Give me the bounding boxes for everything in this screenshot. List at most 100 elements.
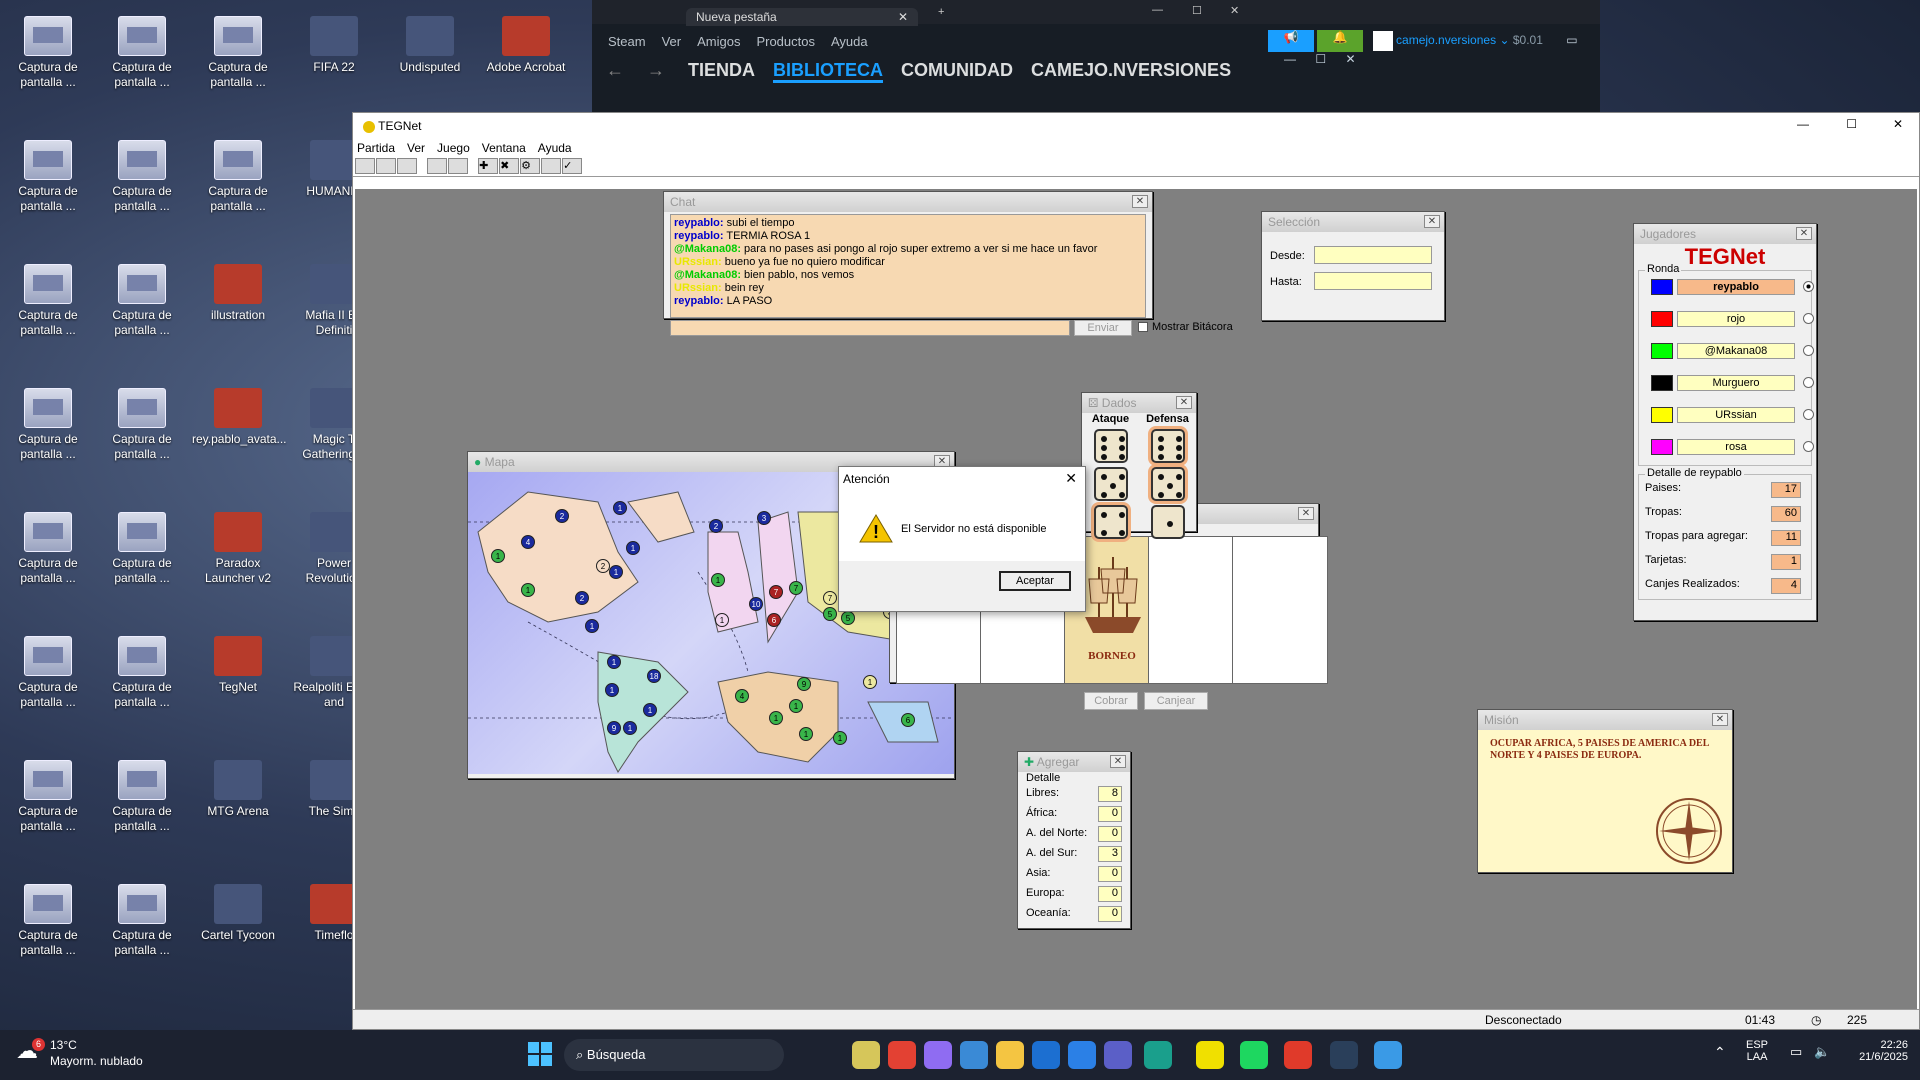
troop-marker[interactable]: 7 xyxy=(789,581,803,595)
desktop-icon[interactable]: Captura de pantalla ... xyxy=(2,384,94,462)
chrome-icon[interactable] xyxy=(888,1041,916,1069)
troop-marker[interactable]: 1 xyxy=(605,683,619,697)
show-log-checkbox[interactable] xyxy=(1138,322,1148,332)
troop-marker[interactable]: 1 xyxy=(491,549,505,563)
troop-marker[interactable]: 4 xyxy=(521,535,535,549)
chevron-up-icon[interactable]: ⌃ xyxy=(1714,1044,1726,1061)
desktop-icon[interactable]: Cartel Tycoon xyxy=(192,880,284,943)
maximize-icon[interactable]: ☐ xyxy=(1192,4,1202,17)
search-box[interactable]: ⌕ Búsqueda xyxy=(564,1039,784,1071)
chat-input[interactable] xyxy=(670,320,1070,336)
forward-arrow-icon[interactable]: → xyxy=(647,60,665,80)
new-tab-icon[interactable]: + xyxy=(938,6,944,18)
troop-marker[interactable]: 1 xyxy=(789,699,803,713)
troop-marker[interactable]: 4 xyxy=(735,689,749,703)
network-icon[interactable]: ▭ xyxy=(1790,1044,1802,1060)
canjear-button[interactable]: Canjear xyxy=(1144,692,1208,710)
troop-marker[interactable]: 1 xyxy=(521,583,535,597)
menu-ayuda[interactable]: Ayuda xyxy=(538,141,572,155)
teams-icon[interactable] xyxy=(1104,1041,1132,1069)
steam-icon[interactable] xyxy=(1330,1041,1358,1069)
troop-marker[interactable]: 10 xyxy=(749,597,763,611)
troop-marker[interactable]: 9 xyxy=(797,677,811,691)
close-icon[interactable]: ✕ xyxy=(1893,117,1903,131)
desktop-icon[interactable]: Captura de pantalla ... xyxy=(96,508,188,586)
outlook-icon[interactable] xyxy=(1032,1041,1060,1069)
desktop-icon[interactable]: FIFA 22 xyxy=(288,12,380,75)
troop-marker[interactable]: 1 xyxy=(607,655,621,669)
desktop-icon[interactable]: Captura de pantalla ... xyxy=(96,756,188,834)
steam-nav-comunidad[interactable]: COMUNIDAD xyxy=(901,60,1013,80)
troop-marker[interactable]: 2 xyxy=(709,519,723,533)
maximize-icon[interactable]: ☐ xyxy=(1315,52,1326,66)
close-icon[interactable]: ✕ xyxy=(1230,4,1239,17)
minimize-icon[interactable]: — xyxy=(1152,4,1163,16)
steam-menu-item[interactable]: Steam xyxy=(608,34,646,49)
troop-marker[interactable]: 7 xyxy=(823,591,837,605)
player-radio[interactable] xyxy=(1803,313,1814,324)
troop-marker[interactable]: 5 xyxy=(841,611,855,625)
to-field[interactable] xyxy=(1314,272,1432,290)
player-radio[interactable] xyxy=(1803,409,1814,420)
add-troops-icon[interactable]: ✚ xyxy=(478,158,499,174)
desktop-icon[interactable]: Captura de pantalla ... xyxy=(96,12,188,90)
edge-icon[interactable] xyxy=(1144,1041,1172,1069)
player-radio[interactable] xyxy=(1803,441,1814,452)
back-arrow-icon[interactable]: ← xyxy=(606,60,624,80)
desktop-icon[interactable]: Captura de pantalla ... xyxy=(96,260,188,338)
desktop-icon[interactable]: MTG Arena xyxy=(192,756,284,819)
player-radio[interactable] xyxy=(1803,281,1814,292)
desktop-icon[interactable]: Captura de pantalla ... xyxy=(192,136,284,214)
minimize-icon[interactable]: — xyxy=(1797,117,1809,131)
troop-marker[interactable]: 1 xyxy=(643,703,657,717)
card-slot-5[interactable] xyxy=(1232,536,1328,684)
troop-marker[interactable]: 1 xyxy=(799,727,813,741)
list-icon[interactable] xyxy=(397,158,417,174)
troop-marker[interactable]: 7 xyxy=(769,585,783,599)
steam-nav-biblioteca[interactable]: BIBLIOTECA xyxy=(773,60,884,83)
desktop-icon[interactable]: Captura de pantalla ... xyxy=(2,880,94,958)
store-icon[interactable] xyxy=(960,1041,988,1069)
regroup-icon[interactable]: ⚙ xyxy=(520,158,541,174)
tegnet-icon[interactable] xyxy=(1196,1041,1224,1069)
card-icon[interactable] xyxy=(541,158,562,174)
close-icon[interactable]: ✕ xyxy=(1132,195,1148,208)
end-turn-icon[interactable]: ✓ xyxy=(562,158,583,174)
accept-button[interactable]: Aceptar xyxy=(999,571,1071,591)
troop-marker[interactable]: 1 xyxy=(626,541,640,555)
steam-menu-item[interactable]: Amigos xyxy=(697,34,740,49)
player-radio[interactable] xyxy=(1803,345,1814,356)
player-row[interactable]: URssian xyxy=(1639,401,1814,433)
chevron-down-icon[interactable]: ⌄ xyxy=(1499,33,1509,47)
desktop-icon[interactable]: Captura de pantalla ... xyxy=(2,756,94,834)
troop-marker[interactable]: 5 xyxy=(823,607,837,621)
ea-icon[interactable] xyxy=(1284,1041,1312,1069)
steam-menu-item[interactable]: Ayuda xyxy=(831,34,868,49)
cobrar-button[interactable]: Cobrar xyxy=(1084,692,1138,710)
folder-icon[interactable] xyxy=(996,1041,1024,1069)
file-explorer-icon[interactable] xyxy=(852,1041,880,1069)
desktop-icon[interactable]: illustration xyxy=(192,260,284,323)
player-row[interactable]: Murguero xyxy=(1639,369,1814,401)
troop-marker[interactable]: 3 xyxy=(757,511,771,525)
spotify-icon[interactable] xyxy=(1240,1041,1268,1069)
player-row[interactable]: reypablo xyxy=(1639,273,1814,305)
player-radio[interactable] xyxy=(1803,377,1814,388)
steam-nav-tienda[interactable]: TIENDA xyxy=(688,60,755,80)
player-row[interactable]: rosa xyxy=(1639,433,1814,465)
desktop-icon[interactable]: Captura de pantalla ... xyxy=(2,136,94,214)
desktop-icon[interactable]: Captura de pantalla ... xyxy=(2,260,94,338)
troop-marker[interactable]: 6 xyxy=(767,613,781,627)
card-slot-4[interactable] xyxy=(1148,536,1244,684)
volume-icon[interactable]: 🔈 xyxy=(1814,1044,1830,1060)
steam-menu-item[interactable]: Productos xyxy=(756,34,815,49)
troop-marker[interactable]: 18 xyxy=(647,669,661,683)
troop-marker[interactable]: 9 xyxy=(607,721,621,735)
desktop-icon[interactable]: Captura de pantalla ... xyxy=(2,508,94,586)
close-icon[interactable]: ✕ xyxy=(1298,507,1314,520)
troop-marker[interactable]: 1 xyxy=(623,721,637,735)
send-button[interactable]: Enviar xyxy=(1074,320,1132,336)
weather-widget[interactable]: ☁ 6 xyxy=(16,1038,46,1068)
disconnect-icon[interactable] xyxy=(376,158,396,174)
steam-nav-camejo-nversiones[interactable]: CAMEJO.NVERSIONES xyxy=(1031,60,1231,80)
